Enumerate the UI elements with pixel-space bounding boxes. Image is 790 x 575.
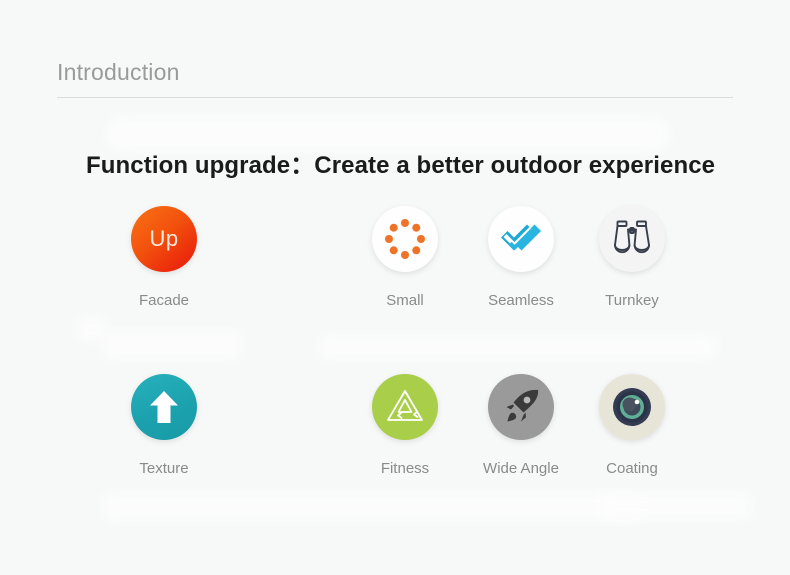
up-badge-label: Up: [149, 226, 179, 251]
feature-item-coating[interactable]: Coating: [572, 374, 692, 477]
binoculars-icon: [599, 206, 665, 272]
headline-text: Create a better outdoor experience: [314, 152, 716, 179]
feature-row: Up Facade Small Seamless Turnkey: [0, 206, 790, 374]
feature-item-small[interactable]: Small: [345, 206, 465, 309]
feature-label: Turnkey: [605, 292, 659, 309]
feature-item-texture[interactable]: Texture: [104, 374, 224, 477]
feature-item-seamless[interactable]: Seamless: [461, 206, 581, 309]
feature-item-fitness[interactable]: Fitness: [345, 374, 465, 477]
double-check-icon: [488, 206, 554, 272]
feature-grid: Up Facade Small Seamless Turnkey Texture…: [0, 206, 790, 542]
feature-row: Texture Fitness Wide Angle Coating: [0, 374, 790, 542]
feature-label: Facade: [138, 292, 190, 309]
feature-item-wide-angle[interactable]: Wide Angle: [461, 374, 581, 477]
feature-label: Seamless: [488, 292, 554, 309]
camera-lens-icon: [599, 374, 665, 440]
headline-prefix: Function upgrade: [86, 152, 291, 179]
up-badge-icon: Up: [131, 206, 197, 272]
section-header: Introduction: [57, 55, 733, 98]
arrow-up-icon: [131, 374, 197, 440]
feature-label: Wide Angle: [483, 460, 559, 477]
rocket-icon: [488, 374, 554, 440]
feature-item-facade[interactable]: Up Facade: [104, 206, 224, 309]
dot-ring-icon: [372, 206, 438, 272]
headline: Function upgrade：Create a better outdoor…: [86, 145, 715, 180]
feature-label: Texture: [139, 460, 189, 477]
page-title: Introduction: [57, 59, 180, 85]
feature-label: Fitness: [380, 460, 430, 477]
headline-separator: ：: [290, 152, 315, 179]
recycle-icon: [372, 374, 438, 440]
feature-label: Small: [386, 292, 424, 309]
title-divider: [57, 97, 733, 98]
feature-item-turnkey[interactable]: Turnkey: [572, 206, 692, 309]
feature-label: Coating: [606, 460, 658, 477]
